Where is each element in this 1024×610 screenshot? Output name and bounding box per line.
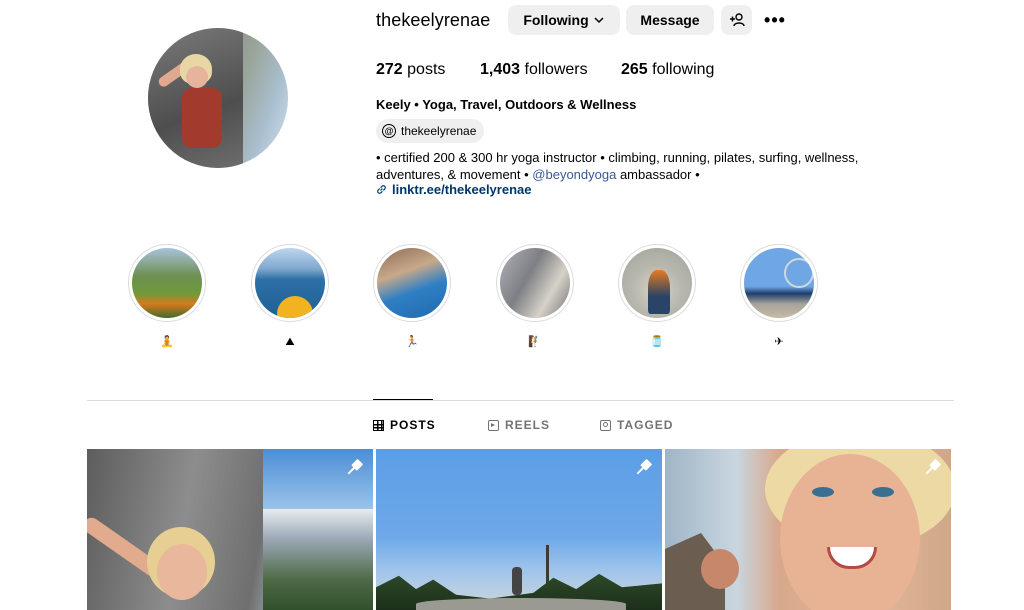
yoga-emoji-icon: 🧘 (160, 336, 174, 348)
following-stat[interactable]: 265 following (621, 61, 714, 79)
bio-mention-link[interactable]: @beyondyoga (532, 167, 616, 182)
highlight-ring (373, 244, 451, 322)
highlight-ring (251, 244, 329, 322)
followers-count: 1,403 (480, 61, 521, 78)
followers-stat[interactable]: 1,403 followers (480, 61, 588, 79)
highlight-cover (132, 248, 202, 318)
highlight-cover (500, 248, 570, 318)
threads-link-chip[interactable]: @ thekeelyrenae (376, 119, 485, 143)
post-face (780, 454, 920, 610)
tab-reels[interactable]: REELS (488, 418, 550, 432)
highlight-ring (618, 244, 696, 322)
reels-icon (488, 419, 499, 431)
posts-label: posts (407, 61, 446, 78)
jar-emoji-icon: 🫙 (650, 336, 664, 348)
story-highlight[interactable]: 🧘 (128, 244, 206, 349)
threads-handle: thekeelyrenae (401, 124, 477, 138)
highlight-ring (496, 244, 574, 322)
story-highlight[interactable]: ⛰ (251, 244, 329, 349)
post-thumbnail[interactable] (87, 449, 373, 610)
following-button[interactable]: Following (508, 5, 620, 35)
post-face (157, 544, 207, 600)
following-count: 265 (621, 61, 648, 78)
following-label: following (652, 61, 715, 78)
profile-external-link[interactable]: linktr.ee/thekeelyrenae (376, 182, 531, 197)
mountain-emoji-icon: ⛰ (285, 336, 295, 348)
story-highlight[interactable]: 🫙 (618, 244, 696, 349)
tabs-divider (87, 400, 954, 401)
bio-text-part2: ambassador • (616, 167, 700, 182)
post-mountains (263, 509, 373, 610)
tab-posts-label: POSTS (390, 418, 436, 432)
profile-avatar[interactable] (148, 28, 288, 168)
post-rock (416, 598, 626, 610)
followers-label: followers (524, 61, 588, 78)
highlight-ring (128, 244, 206, 322)
story-highlight[interactable]: ✈ (740, 244, 818, 349)
avatar-face (186, 66, 208, 88)
post-eye (872, 487, 894, 497)
active-tab-indicator (373, 399, 433, 400)
posts-count: 272 (376, 61, 403, 78)
more-options-icon[interactable]: ••• (763, 8, 787, 32)
highlight-cover (377, 248, 447, 318)
tagged-icon (600, 419, 611, 431)
link-text: linktr.ee/thekeelyrenae (392, 182, 532, 197)
post-thumbnail[interactable] (665, 449, 951, 610)
threads-icon: @ (382, 124, 396, 138)
post-eye (812, 487, 834, 497)
post-thumbnail[interactable] (376, 449, 662, 610)
story-highlight[interactable]: 🏃 (373, 244, 451, 349)
post-man (701, 549, 739, 589)
highlight-cover (622, 248, 692, 318)
grid-icon (373, 419, 384, 431)
profile-username: thekeelyrenae (376, 10, 491, 30)
profile-bio: • certified 200 & 300 hr yoga instructor… (376, 149, 906, 183)
tab-posts[interactable]: POSTS (373, 418, 436, 432)
highlight-cover (255, 248, 325, 318)
link-icon (377, 185, 386, 194)
message-button-label: Message (640, 12, 700, 28)
add-user-icon (729, 13, 745, 27)
tab-tagged-label: TAGGED (617, 418, 674, 432)
chevron-down-icon (594, 17, 604, 24)
runner-emoji-icon: 🏃 (405, 336, 419, 348)
highlight-ring (740, 244, 818, 322)
post-person (512, 567, 522, 595)
profile-full-name: Keely • Yoga, Travel, Outdoors & Wellnes… (376, 97, 637, 112)
posts-count-stat: 272 posts (376, 61, 445, 79)
airplane-emoji-icon: ✈ (774, 336, 784, 348)
suggest-user-button[interactable] (721, 5, 752, 35)
tab-tagged[interactable]: TAGGED (600, 418, 673, 432)
story-highlight[interactable]: 🧗 (496, 244, 574, 349)
message-button[interactable]: Message (626, 5, 714, 35)
climber-emoji-icon: 🧗 (528, 336, 542, 348)
following-button-label: Following (523, 12, 589, 28)
highlight-cover (744, 248, 814, 318)
pin-icon (630, 455, 655, 480)
avatar-body (182, 88, 222, 148)
tab-reels-label: REELS (505, 418, 551, 432)
